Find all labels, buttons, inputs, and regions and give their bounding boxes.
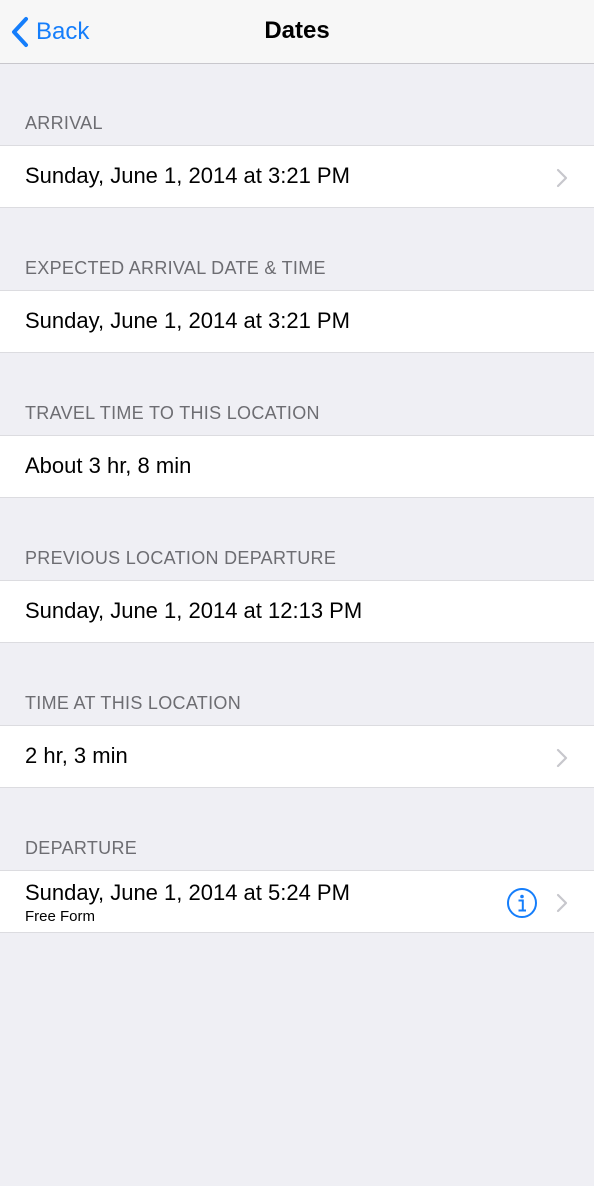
section-header-time-at-location: TIME AT THIS LOCATION (25, 693, 241, 713)
expected-arrival-cell: Sunday, June 1, 2014 at 3:21 PM (0, 290, 594, 353)
previous-departure-cell: Sunday, June 1, 2014 at 12:13 PM (0, 580, 594, 643)
section-header-departure: DEPARTURE (25, 838, 138, 858)
info-icon[interactable] (506, 887, 538, 919)
arrival-cell[interactable]: Sunday, June 1, 2014 at 3:21 PM (0, 145, 594, 208)
previous-departure-value: Sunday, June 1, 2014 at 12:13 PM (25, 598, 363, 623)
expected-arrival-value: Sunday, June 1, 2014 at 3:21 PM (25, 308, 350, 333)
section-header-previous-departure: PREVIOUS LOCATION DEPARTURE (25, 548, 337, 568)
departure-value: Sunday, June 1, 2014 at 5:24 PM (25, 880, 350, 905)
arrival-value: Sunday, June 1, 2014 at 3:21 PM (25, 163, 350, 188)
chevron-right-icon (556, 168, 568, 188)
departure-subtitle: Free Form (25, 908, 96, 925)
section-header-expected-arrival: EXPECTED ARRIVAL DATE & TIME (25, 258, 326, 278)
section-header-travel-time: TRAVEL TIME TO THIS LOCATION (25, 403, 320, 423)
section-header-arrival: ARRIVAL (25, 113, 103, 133)
chevron-right-icon (556, 748, 568, 768)
departure-cell[interactable]: Sunday, June 1, 2014 at 5:24 PM Free For… (0, 870, 594, 933)
travel-time-value: About 3 hr, 8 min (25, 453, 192, 478)
time-at-location-cell[interactable]: 2 hr, 3 min (0, 725, 594, 788)
chevron-right-icon (556, 893, 568, 913)
travel-time-cell: About 3 hr, 8 min (0, 435, 594, 498)
navigation-bar: Back Dates (0, 0, 594, 64)
time-at-location-value: 2 hr, 3 min (25, 743, 128, 768)
page-title: Dates (264, 17, 330, 44)
